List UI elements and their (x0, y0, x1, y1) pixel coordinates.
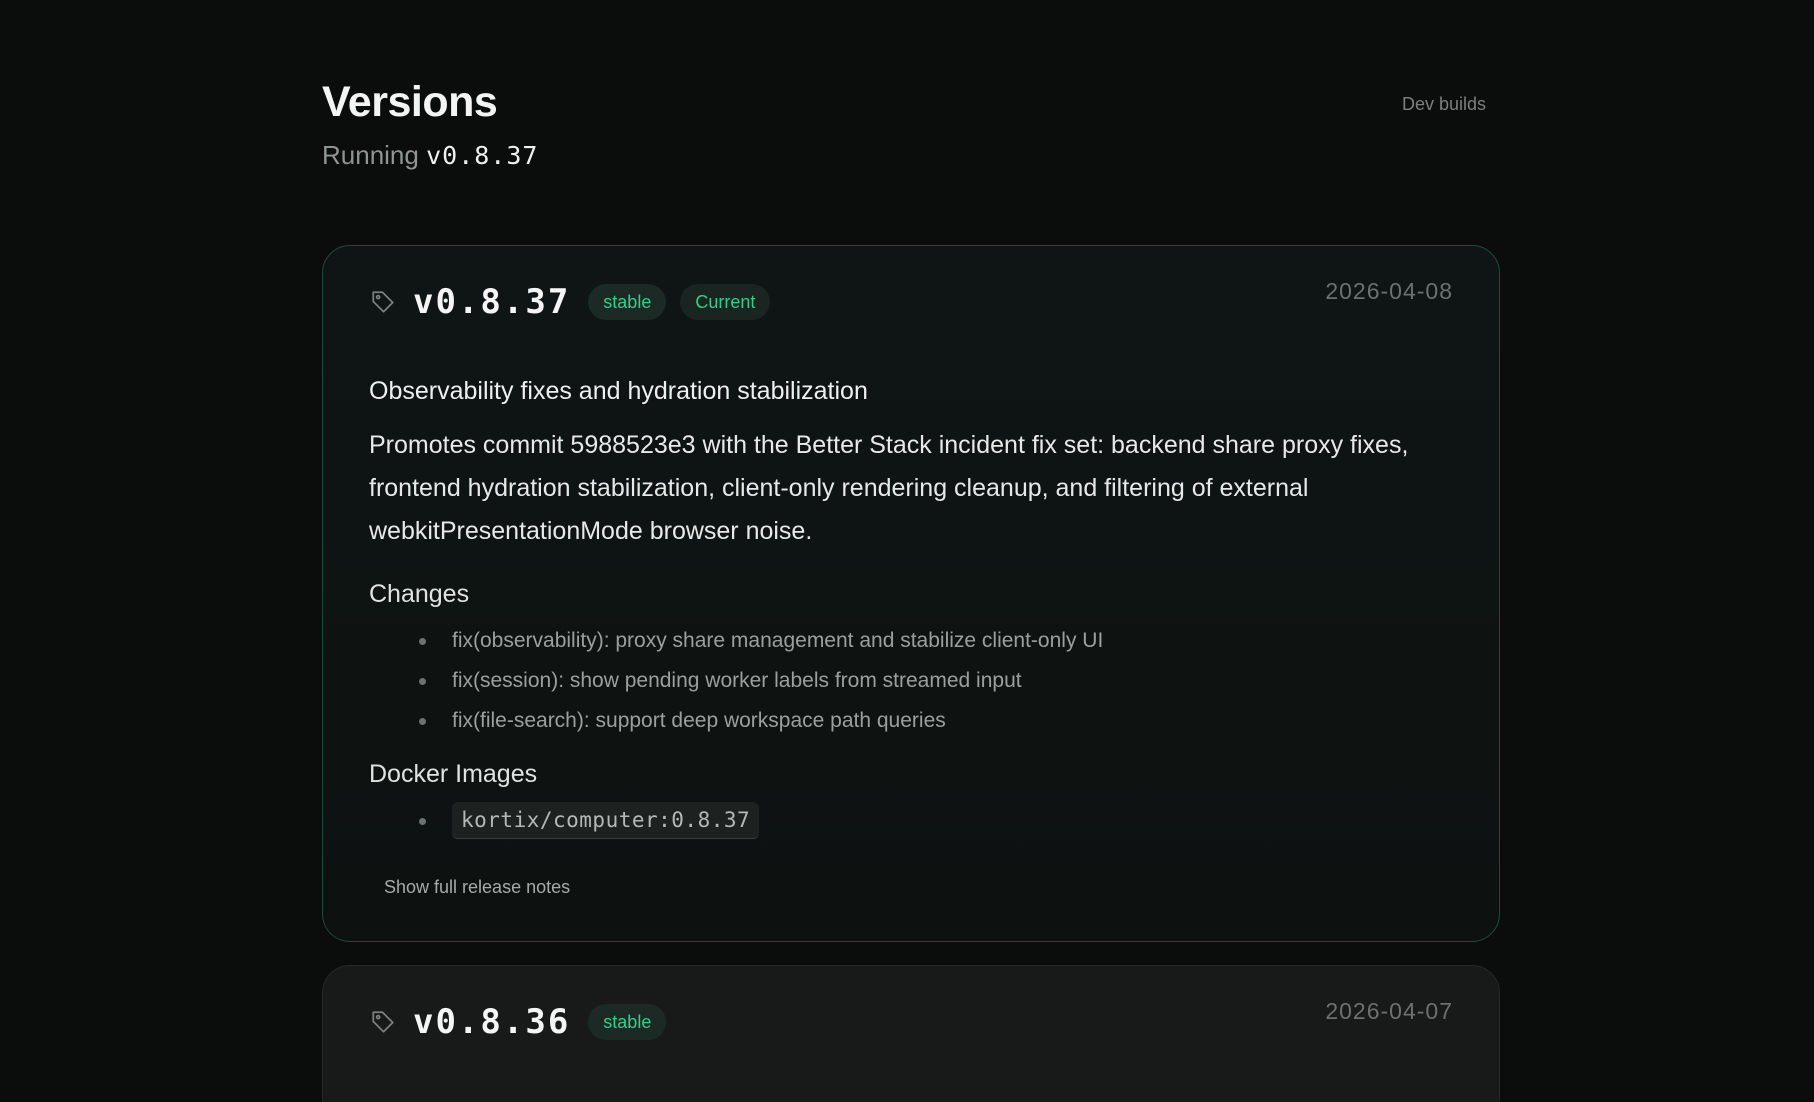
release-version: v0.8.37 (413, 282, 571, 322)
tag-icon (369, 288, 397, 316)
list-item: fix(session): show pending worker labels… (419, 661, 1459, 701)
stable-badge: stable (588, 284, 667, 320)
running-version-line: Running v0.8.37 (322, 138, 1486, 173)
changes-list: fix(observability): proxy share manageme… (369, 621, 1459, 741)
list-item: fix(observability): proxy share manageme… (419, 621, 1459, 661)
release-summary-title: Observability fixes and hydration stabil… (369, 377, 868, 405)
list-item: kortix/computer:0.8.37 (419, 801, 1459, 841)
release-date: 2026-04-08 (1325, 278, 1453, 304)
release-card: v0.8.36 stable 2026-04-07 (322, 965, 1500, 1102)
docker-image-tag: kortix/computer:0.8.37 (452, 802, 760, 839)
running-label: Running (322, 140, 419, 170)
page-title: Versions (322, 78, 498, 126)
page-header: Versions Running v0.8.37 Dev builds (322, 74, 1486, 173)
show-full-release-notes-button[interactable]: Show full release notes (384, 877, 570, 898)
release-version: v0.8.36 (413, 1002, 571, 1042)
release-card-current: v0.8.37 stable Current 2026-04-08 Observ… (322, 245, 1500, 942)
release-notes: Observability fixes and hydration stabil… (369, 374, 1459, 898)
tag-icon (369, 1008, 397, 1036)
docker-images-list: kortix/computer:0.8.37 (369, 801, 1459, 841)
release-card-header: v0.8.37 stable Current (369, 282, 771, 322)
release-card-header: v0.8.36 stable (369, 1002, 667, 1042)
stable-badge: stable (588, 1004, 667, 1040)
current-badge: Current (680, 284, 771, 320)
dev-builds-link[interactable]: Dev builds (1402, 94, 1486, 115)
changes-heading: Changes (369, 580, 470, 608)
versions-page: Versions Running v0.8.37 Dev builds v0.8… (0, 0, 1814, 1102)
running-version: v0.8.37 (426, 141, 539, 170)
docker-images-heading: Docker Images (369, 760, 538, 788)
list-item: fix(file-search): support deep workspace… (419, 701, 1459, 741)
release-date: 2026-04-07 (1325, 998, 1453, 1024)
release-summary-text: Promotes commit 5988523e3 with the Bette… (369, 431, 1409, 545)
